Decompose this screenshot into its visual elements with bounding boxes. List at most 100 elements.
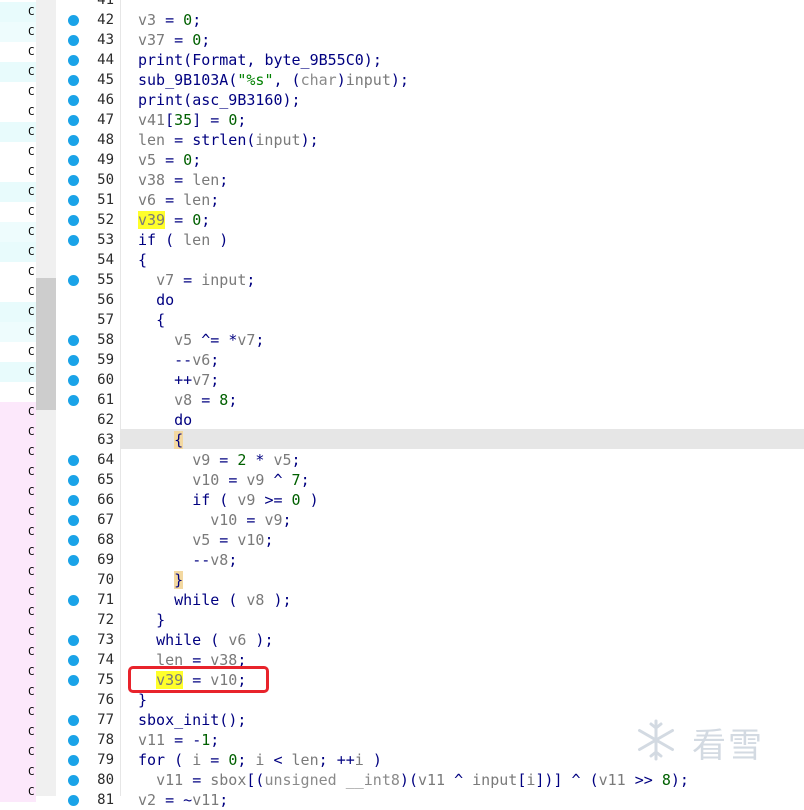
code-line[interactable]: 52 v39 = 0; (0, 210, 804, 230)
code-line[interactable]: 47 v41[35] = 0; (0, 110, 804, 130)
breakpoint-dot-icon[interactable] (68, 275, 79, 286)
breakpoint-dot-icon[interactable] (68, 555, 79, 566)
code-line[interactable]: 73 while ( v6 ); (0, 630, 804, 650)
breakpoint-dot-icon[interactable] (68, 595, 79, 606)
breakpoint-dot-icon[interactable] (68, 335, 79, 346)
code-text[interactable]: { (138, 430, 184, 450)
code-line[interactable]: 56 do (0, 290, 804, 310)
code-text[interactable]: while ( v8 ); (138, 590, 291, 610)
code-line[interactable]: 64 v9 = 2 * v5; (0, 450, 804, 470)
code-line[interactable]: 63 { (0, 430, 804, 450)
code-text[interactable]: v11 = sbox[(unsigned __int8)(v11 ^ input… (138, 770, 689, 790)
code-line[interactable]: 70 } (0, 570, 804, 590)
breakpoint-dot-icon[interactable] (68, 195, 79, 206)
code-line[interactable]: 44 print(Format, byte_9B55C0); (0, 50, 804, 70)
code-line[interactable]: 60 ++v7; (0, 370, 804, 390)
code-line[interactable]: 62 do (0, 410, 804, 430)
code-text[interactable]: print(Format, byte_9B55C0); (138, 50, 382, 70)
code-text[interactable]: v10 = v9; (138, 510, 291, 530)
breakpoint-dot-icon[interactable] (68, 735, 79, 746)
code-text[interactable]: } (138, 610, 165, 630)
code-line[interactable]: 65 v10 = v9 ^ 7; (0, 470, 804, 490)
breakpoint-dot-icon[interactable] (68, 55, 79, 66)
code-line[interactable]: 41 (0, 0, 804, 10)
code-line[interactable]: 71 while ( v8 ); (0, 590, 804, 610)
code-line[interactable]: 45 sub_9B103A("%s", (char)input); (0, 70, 804, 90)
code-text[interactable]: do (138, 410, 192, 430)
breakpoint-dot-icon[interactable] (68, 635, 79, 646)
breakpoint-dot-icon[interactable] (68, 155, 79, 166)
code-text[interactable]: v9 = 2 * v5; (138, 450, 300, 470)
breakpoint-dot-icon[interactable] (68, 775, 79, 786)
breakpoint-dot-icon[interactable] (68, 535, 79, 546)
code-line[interactable]: 61 v8 = 8; (0, 390, 804, 410)
code-line[interactable]: 54 { (0, 250, 804, 270)
code-text[interactable]: { (138, 310, 165, 330)
breakpoint-dot-icon[interactable] (68, 175, 79, 186)
breakpoint-dot-icon[interactable] (68, 495, 79, 506)
breakpoint-dot-icon[interactable] (68, 235, 79, 246)
code-line[interactable]: 42 v3 = 0; (0, 10, 804, 30)
code-line[interactable]: 79 for ( i = 0; i < len; ++i ) (0, 750, 804, 770)
code-text[interactable]: v39 = 0; (138, 210, 210, 230)
code-text[interactable]: v11 = -1; (138, 730, 219, 750)
code-text[interactable]: sbox_init(); (138, 710, 246, 730)
code-text[interactable]: if ( v9 >= 0 ) (138, 490, 318, 510)
breakpoint-dot-icon[interactable] (68, 655, 79, 666)
code-text[interactable]: { (138, 250, 147, 270)
code-text[interactable]: print(asc_9B3160); (138, 90, 301, 110)
code-text[interactable]: } (138, 690, 147, 710)
code-line[interactable]: 68 v5 = v10; (0, 530, 804, 550)
breakpoint-dot-icon[interactable] (68, 135, 79, 146)
code-line[interactable]: 43 v37 = 0; (0, 30, 804, 50)
code-line[interactable]: 69 --v8; (0, 550, 804, 570)
code-text[interactable]: v2 = ~v11; (138, 790, 228, 810)
code-line[interactable]: 46 print(asc_9B3160); (0, 90, 804, 110)
code-text[interactable]: v5 = 0; (138, 150, 201, 170)
breakpoint-dot-icon[interactable] (68, 475, 79, 486)
breakpoint-dot-icon[interactable] (68, 755, 79, 766)
code-text[interactable]: v41[35] = 0; (138, 110, 246, 130)
breakpoint-dot-icon[interactable] (68, 75, 79, 86)
code-line[interactable]: 81 v2 = ~v11; (0, 790, 804, 810)
code-text[interactable]: v5 ^= *v7; (138, 330, 264, 350)
code-text[interactable]: sub_9B103A("%s", (char)input); (138, 70, 409, 90)
code-line[interactable]: 59 --v6; (0, 350, 804, 370)
code-line[interactable]: 49 v5 = 0; (0, 150, 804, 170)
code-line[interactable]: 51 v6 = len; (0, 190, 804, 210)
breakpoint-dot-icon[interactable] (68, 395, 79, 406)
breakpoint-dot-icon[interactable] (68, 95, 79, 106)
code-text[interactable]: for ( i = 0; i < len; ++i ) (138, 750, 382, 770)
breakpoint-dot-icon[interactable] (68, 515, 79, 526)
code-text[interactable]: } (138, 570, 184, 590)
code-text[interactable]: do (138, 290, 174, 310)
code-text[interactable]: ++v7; (138, 370, 219, 390)
code-text[interactable]: v5 = v10; (138, 530, 273, 550)
breakpoint-dot-icon[interactable] (68, 795, 79, 806)
breakpoint-dot-icon[interactable] (68, 675, 79, 686)
code-line[interactable]: 72 } (0, 610, 804, 630)
code-line[interactable]: 67 v10 = v9; (0, 510, 804, 530)
code-line[interactable]: 50 v38 = len; (0, 170, 804, 190)
code-text[interactable]: len = strlen(input); (138, 130, 319, 150)
code-line[interactable]: 75 v39 = v10; (0, 670, 804, 690)
breakpoint-dot-icon[interactable] (68, 115, 79, 126)
breakpoint-dot-icon[interactable] (68, 455, 79, 466)
code-line[interactable]: 58 v5 ^= *v7; (0, 330, 804, 350)
code-text[interactable]: v10 = v9 ^ 7; (138, 470, 309, 490)
code-text[interactable]: v3 = 0; (138, 10, 201, 30)
code-line[interactable]: 74 len = v38; (0, 650, 804, 670)
code-text[interactable]: v6 = len; (138, 190, 219, 210)
code-line[interactable]: 53 if ( len ) (0, 230, 804, 250)
code-text[interactable]: v8 = 8; (138, 390, 237, 410)
code-line[interactable]: 55 v7 = input; (0, 270, 804, 290)
code-text[interactable]: --v8; (138, 550, 237, 570)
breakpoint-dot-icon[interactable] (68, 15, 79, 26)
code-line[interactable]: 48 len = strlen(input); (0, 130, 804, 150)
code-line[interactable]: 77 sbox_init(); (0, 710, 804, 730)
code-text[interactable]: while ( v6 ); (138, 630, 273, 650)
code-text[interactable]: v38 = len; (138, 170, 228, 190)
code-line[interactable]: 76} (0, 690, 804, 710)
code-line[interactable]: 57 { (0, 310, 804, 330)
breakpoint-dot-icon[interactable] (68, 35, 79, 46)
